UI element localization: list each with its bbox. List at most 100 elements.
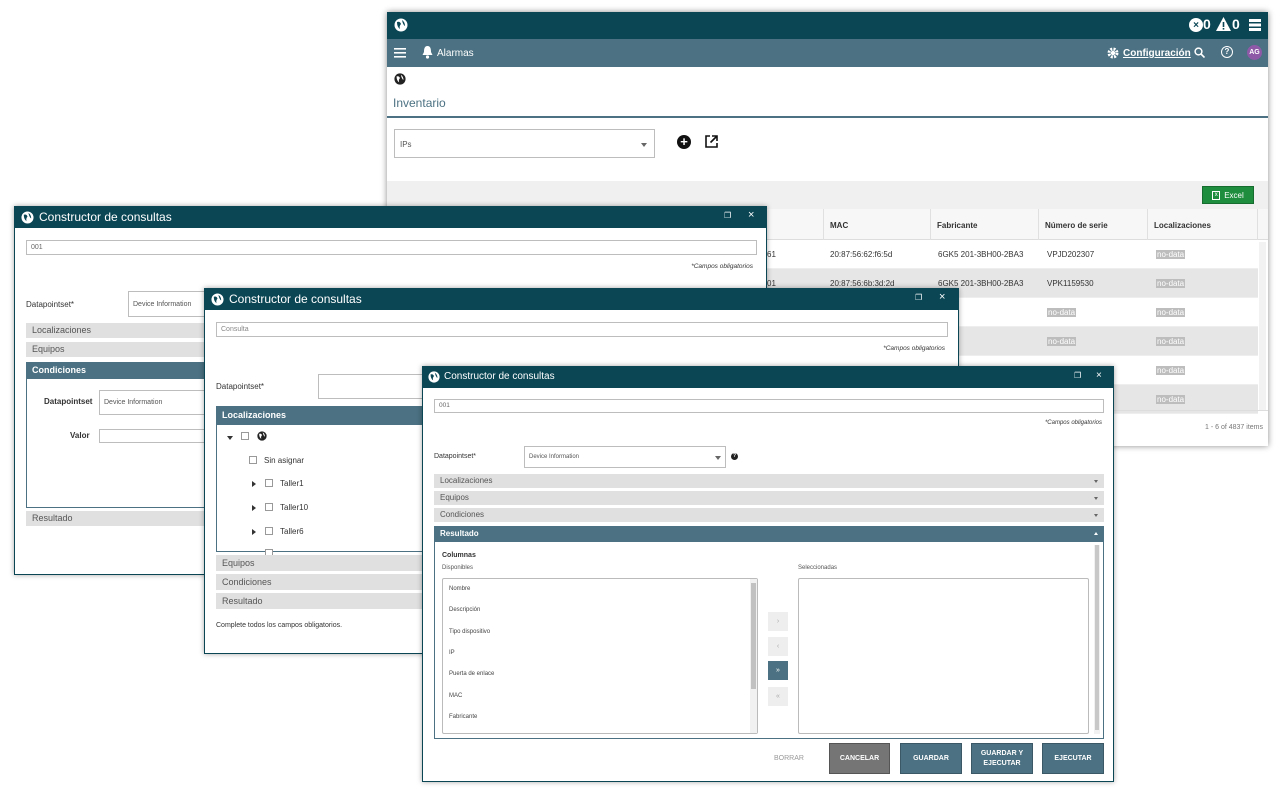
- server-icon[interactable]: [1249, 19, 1261, 31]
- search-icon[interactable]: [1194, 47, 1205, 58]
- add-icon[interactable]: +: [677, 135, 691, 149]
- datapointset-value: Device Information: [133, 301, 192, 308]
- gear-icon[interactable]: [1107, 47, 1119, 59]
- avatar[interactable]: AG: [1247, 45, 1262, 60]
- table-scrollbar[interactable]: [1259, 242, 1266, 410]
- config-link[interactable]: Configuración: [1123, 48, 1191, 59]
- error-icon[interactable]: ×: [1189, 18, 1203, 32]
- save-button[interactable]: GUARDAR: [900, 743, 962, 774]
- close-icon[interactable]: ×: [748, 209, 754, 221]
- restore-icon[interactable]: ❐: [915, 293, 922, 302]
- available-column-item[interactable]: Fabricante: [449, 714, 477, 720]
- cancel-button[interactable]: CANCELAR: [829, 743, 890, 774]
- column-header[interactable]: Número de serie: [1045, 221, 1108, 230]
- available-column-item[interactable]: MAC: [449, 693, 462, 699]
- query-builder-dialog-3: Constructor de consultas ❐ × 001 *Campos…: [422, 366, 1114, 782]
- tree-item-taller6[interactable]: Taller6: [280, 527, 304, 536]
- available-column-item[interactable]: Tipo dispositivo: [449, 629, 490, 635]
- available-column-item[interactable]: Puerta de enlace: [449, 671, 494, 677]
- restore-icon[interactable]: ❐: [724, 211, 731, 220]
- help-icon[interactable]: ?: [1221, 46, 1233, 58]
- warning-icon[interactable]: [1216, 17, 1231, 31]
- condiciones-panel: Datapointset Device Information Valor: [26, 378, 217, 508]
- dialog-title: Constructor de consultas: [229, 292, 362, 306]
- chevron-down-icon: [1094, 480, 1098, 483]
- column-header[interactable]: Localizaciones: [1154, 221, 1211, 230]
- expand-icon[interactable]: [252, 529, 256, 535]
- mandatory-note: *Campos obligatorios: [691, 263, 753, 270]
- checkbox-taller10[interactable]: [265, 503, 273, 511]
- table-cell: no-data: [1156, 250, 1186, 259]
- query-selector-value: IPs: [400, 140, 412, 149]
- expand-icon[interactable]: [227, 436, 233, 440]
- query-selector[interactable]: IPs: [394, 129, 655, 158]
- restore-icon[interactable]: ❐: [1074, 371, 1081, 380]
- checkbox-taller6[interactable]: [265, 527, 273, 535]
- section-resultado[interactable]: Resultado: [216, 593, 426, 609]
- list-scrollbar-thumb[interactable]: [751, 583, 756, 689]
- open-external-icon[interactable]: [705, 135, 718, 148]
- section-label: Localizaciones: [440, 476, 493, 485]
- excel-button[interactable]: x Excel: [1202, 186, 1254, 204]
- query-name-input[interactable]: Consulta: [216, 322, 948, 337]
- tree-item-sin-asignar[interactable]: Sin asignar: [264, 456, 304, 465]
- available-column-item[interactable]: IP: [449, 650, 455, 656]
- expand-icon[interactable]: [252, 481, 256, 487]
- section-resultado[interactable]: Resultado: [434, 526, 1104, 542]
- cond-datapointset-label: Datapointset: [44, 397, 93, 406]
- close-icon[interactable]: ×: [939, 291, 945, 303]
- table-cell: no-data: [1156, 366, 1186, 375]
- checkbox-taller1[interactable]: [265, 479, 273, 487]
- query-name-input[interactable]: 001: [26, 240, 757, 255]
- tree-item-taller1[interactable]: Taller1: [280, 479, 304, 488]
- panel-scrollbar-thumb[interactable]: [1095, 545, 1099, 730]
- section-localizaciones[interactable]: Localizaciones: [26, 323, 216, 338]
- alarms-link[interactable]: Alarmas: [437, 48, 474, 59]
- checkbox-sin-asignar[interactable]: [249, 456, 257, 464]
- chevron-down-icon: [715, 456, 721, 460]
- expand-icon[interactable]: [252, 505, 256, 511]
- bell-icon[interactable]: [422, 46, 433, 59]
- pager-info: 1 - 6 of 4837 items: [1205, 424, 1263, 431]
- columnas-heading: Columnas: [442, 552, 476, 559]
- move-all-right-button[interactable]: »: [768, 661, 788, 680]
- table-cell: no-data: [1156, 337, 1186, 346]
- globe-logo-icon: [21, 211, 34, 224]
- section-localizaciones[interactable]: Localizaciones: [434, 474, 1104, 488]
- section-localizaciones[interactable]: Localizaciones: [216, 406, 426, 424]
- column-header[interactable]: Fabricante: [937, 221, 977, 230]
- save-and-run-button[interactable]: GUARDAR Y EJECUTAR: [971, 743, 1033, 774]
- available-column-item[interactable]: Nombre: [449, 586, 470, 592]
- checkbox-root[interactable]: [241, 432, 249, 440]
- cond-datapointset-select[interactable]: Device Information: [99, 390, 217, 415]
- datapointset-select[interactable]: [318, 374, 428, 399]
- tree-item-taller10[interactable]: Taller10: [280, 503, 308, 512]
- move-right-button[interactable]: ›: [768, 612, 788, 631]
- section-condiciones[interactable]: Condiciones: [216, 574, 426, 590]
- excel-label: Excel: [1224, 190, 1244, 200]
- section-resultado[interactable]: Resultado: [26, 511, 216, 526]
- move-left-button[interactable]: ‹: [768, 637, 788, 656]
- section-condiciones[interactable]: Condiciones: [434, 508, 1104, 522]
- datapointset-select[interactable]: Device Information: [524, 446, 726, 468]
- excel-icon: x: [1212, 190, 1221, 200]
- selected-list[interactable]: [798, 578, 1089, 734]
- section-equipos[interactable]: Equipos: [434, 491, 1104, 505]
- table-cell: no-data: [1156, 308, 1186, 317]
- move-all-left-button[interactable]: «: [768, 687, 788, 706]
- available-column-item[interactable]: Descripción: [449, 607, 480, 613]
- close-icon[interactable]: ×: [1096, 370, 1102, 381]
- section-condiciones[interactable]: Condiciones: [26, 362, 216, 378]
- section-equipos[interactable]: Equipos: [216, 555, 426, 571]
- section-label: Condiciones: [440, 510, 485, 519]
- valor-input[interactable]: [99, 429, 217, 443]
- help-icon[interactable]: ?: [731, 453, 738, 460]
- menu-icon[interactable]: [394, 48, 406, 58]
- query-name-input[interactable]: 001: [434, 399, 1104, 413]
- dialog-title: Constructor de consultas: [39, 210, 172, 224]
- column-header[interactable]: MAC: [830, 221, 848, 230]
- globe-logo-icon: [394, 18, 408, 32]
- run-button[interactable]: EJECUTAR: [1042, 743, 1104, 774]
- section-equipos[interactable]: Equipos: [26, 342, 216, 357]
- borrar-button[interactable]: BORRAR: [774, 755, 804, 762]
